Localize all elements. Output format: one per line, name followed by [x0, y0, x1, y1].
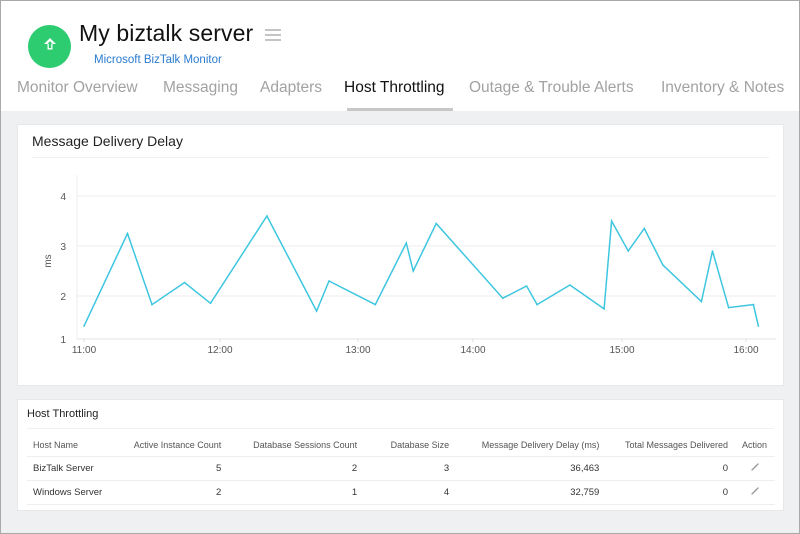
database-sessions-count-cell: 1: [227, 479, 364, 505]
table-row: BizTalk Server 5 2 3 36,463 0: [27, 455, 775, 480]
tab-monitor-overview[interactable]: Monitor Overview: [17, 79, 138, 97]
data-point: [569, 284, 571, 286]
status-indicator: [28, 25, 71, 68]
data-point: [662, 264, 664, 266]
host-name-cell[interactable]: Windows Server: [27, 479, 114, 505]
column-header-database-sessions-count[interactable]: Database Sessions Count: [227, 434, 363, 456]
host-name-cell[interactable]: BizTalk Server: [27, 455, 114, 480]
data-point: [328, 280, 330, 282]
active-tab-indicator: [347, 108, 453, 111]
divider: [27, 428, 774, 429]
database-sessions-count-cell: 2: [227, 455, 364, 480]
table-header-row: Host Name Active Instance Count Database…: [27, 434, 775, 456]
arrow-up-icon: [43, 37, 57, 56]
column-header-database-size[interactable]: Database Size: [363, 434, 455, 456]
data-point: [83, 325, 85, 327]
x-tick-label: 12:00: [207, 345, 232, 356]
table-row: Windows Server 2 1 4 32,759 0: [27, 479, 775, 505]
x-tick-label: 16:00: [733, 345, 758, 356]
edit-pencil-icon[interactable]: [750, 462, 760, 475]
active-instance-count-cell: 2: [113, 479, 228, 505]
tab-inventory-notes[interactable]: Inventory & Notes: [661, 79, 784, 97]
action-cell: [734, 455, 775, 480]
monitor-type-link[interactable]: Microsoft BizTalk Monitor: [94, 54, 222, 66]
data-point: [266, 215, 268, 217]
data-point: [727, 306, 730, 309]
y-tick-label: 3: [60, 242, 66, 253]
data-point: [183, 281, 186, 284]
total-messages-delivered-cell: 0: [605, 455, 735, 480]
data-point: [151, 303, 153, 306]
data-point: [700, 300, 703, 303]
active-instance-count-cell: 5: [113, 455, 228, 480]
message-delivery-delay-cell: 32,759: [455, 479, 606, 505]
data-point: [643, 227, 646, 230]
y-tick-label: 4: [60, 192, 66, 203]
data-point: [536, 303, 538, 306]
data-point: [315, 310, 318, 312]
data-point: [435, 222, 438, 225]
message-delivery-delay-panel: Message Delivery Delay 1 2 3 4 ms 11:00 12:00 1…: [17, 124, 784, 386]
data-point: [603, 308, 605, 310]
column-header-message-delivery-delay[interactable]: Message Delivery Delay (ms): [455, 434, 605, 456]
column-header-action: Action: [742, 439, 768, 450]
x-tick-label: 13:00: [345, 345, 370, 356]
database-size-cell: 3: [363, 455, 456, 480]
data-point: [610, 220, 613, 222]
y-tick-label: 2: [60, 292, 66, 303]
action-cell: [734, 479, 775, 505]
y-tick-label: 1: [60, 335, 66, 346]
data-point: [525, 285, 528, 287]
edit-pencil-icon[interactable]: [750, 486, 760, 499]
monitor-header: My biztalk server Microsoft BizTalk Moni…: [1, 1, 799, 111]
tab-bar: Monitor Overview Messaging Adapters Host…: [1, 75, 799, 111]
database-size-cell: 4: [363, 479, 456, 505]
column-header-active-instance-count[interactable]: Active Instance Count: [114, 434, 227, 456]
line-chart: 1 2 3 4 ms 11:00 12:00 13:00 14:00 15:00 16:00: [43, 175, 776, 356]
tab-messaging[interactable]: Messaging: [163, 79, 238, 97]
data-point: [752, 303, 755, 306]
x-tick-label: 15:00: [609, 345, 634, 356]
tab-host-throttling[interactable]: Host Throttling: [344, 79, 445, 97]
data-point: [126, 232, 129, 235]
total-messages-delivered-cell: 0: [605, 479, 735, 505]
data-point: [627, 250, 629, 252]
host-throttling-table: Host Name Active Instance Count Database…: [27, 434, 775, 505]
x-tick-label: 14:00: [460, 345, 485, 356]
data-point: [405, 242, 408, 244]
data-point: [412, 270, 415, 272]
data-point: [209, 302, 212, 305]
data-point: [502, 297, 504, 299]
table-title: Host Throttling: [27, 408, 99, 420]
column-header-host-name[interactable]: Host Name: [27, 434, 114, 456]
hamburger-menu-icon[interactable]: [265, 29, 281, 41]
message-delivery-delay-cell: 36,463: [455, 455, 606, 480]
column-header-total-messages-delivered[interactable]: Total Messages Delivered: [605, 434, 734, 456]
monitor-title: My biztalk server: [79, 20, 254, 46]
series-line: [83, 214, 760, 327]
y-axis-label: ms: [43, 254, 54, 267]
data-point: [757, 325, 760, 327]
tab-adapters[interactable]: Adapters: [260, 79, 322, 97]
data-point: [711, 250, 714, 252]
tab-outage-trouble-alerts[interactable]: Outage & Trouble Alerts: [469, 79, 634, 97]
host-throttling-panel: Host Throttling Host Name Active Instanc…: [17, 399, 784, 511]
x-tick-label: 11:00: [72, 345, 97, 356]
data-point: [374, 303, 377, 306]
